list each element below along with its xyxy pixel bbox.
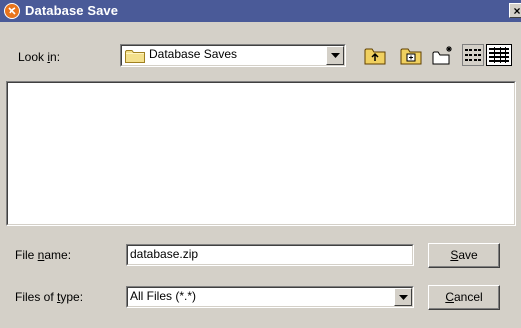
file-name-label: File name: xyxy=(15,248,72,262)
file-type-value: All Files (*.*) xyxy=(130,289,197,303)
close-button[interactable]: × xyxy=(509,3,521,18)
chevron-down-icon xyxy=(399,295,408,300)
file-list[interactable] xyxy=(6,81,516,226)
chevron-down-icon xyxy=(331,53,340,58)
up-one-level-button[interactable] xyxy=(364,44,386,66)
window-title: Database Save xyxy=(25,3,119,18)
file-type-dropdown[interactable]: All Files (*.*) xyxy=(126,286,414,308)
title-bar[interactable]: Database Save × xyxy=(0,0,521,22)
java-cup-icon xyxy=(4,3,20,19)
list-view-icon xyxy=(462,44,484,66)
look-in-label: Look in: xyxy=(18,50,61,64)
details-view-icon xyxy=(486,44,512,66)
create-new-folder-icon xyxy=(432,46,452,65)
file-type-label: Files of type: xyxy=(15,290,84,304)
details-view-button[interactable] xyxy=(486,44,512,66)
folder-icon xyxy=(125,49,145,66)
file-name-value: database.zip xyxy=(130,247,199,261)
file-type-dropdown-button[interactable] xyxy=(394,288,412,306)
list-view-button[interactable] xyxy=(462,44,484,66)
file-name-field[interactable]: database.zip xyxy=(126,244,414,266)
cancel-button[interactable]: Cancel xyxy=(428,285,500,310)
home-folder-icon xyxy=(400,48,422,65)
create-new-folder-button[interactable] xyxy=(432,44,454,66)
up-one-level-icon xyxy=(364,48,386,65)
close-icon: × xyxy=(513,4,521,18)
look-in-dropdown[interactable]: Database Saves xyxy=(120,44,346,67)
home-folder-button[interactable] xyxy=(400,44,422,66)
look-in-dropdown-button[interactable] xyxy=(326,46,344,65)
save-button[interactable]: Save xyxy=(428,243,500,268)
look-in-value: Database Saves xyxy=(149,47,238,61)
